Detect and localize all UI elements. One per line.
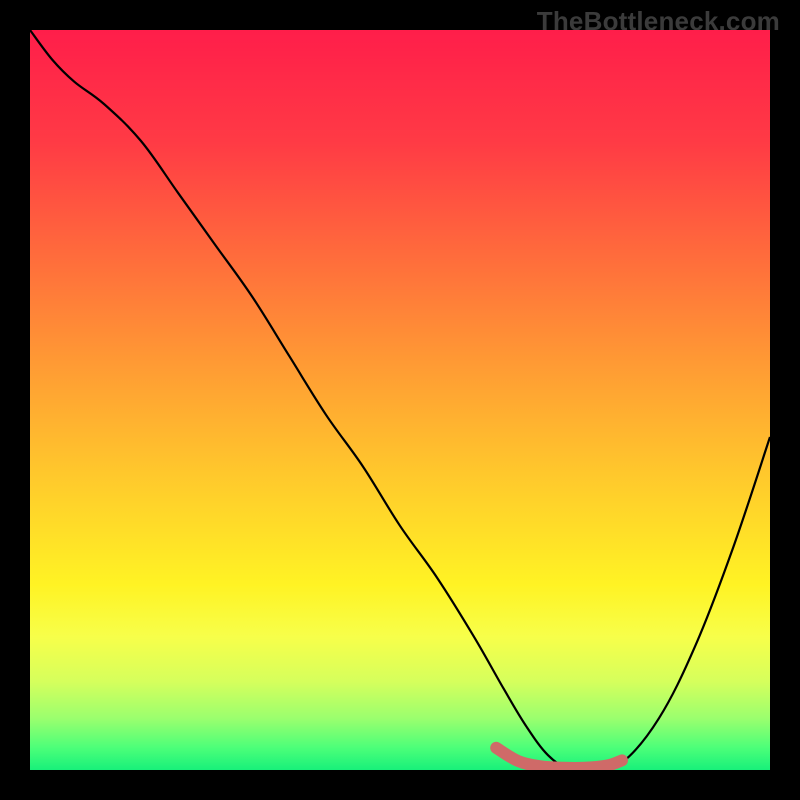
bottleneck-chart: [30, 30, 770, 770]
chart-frame: TheBottleneck.com: [0, 0, 800, 800]
